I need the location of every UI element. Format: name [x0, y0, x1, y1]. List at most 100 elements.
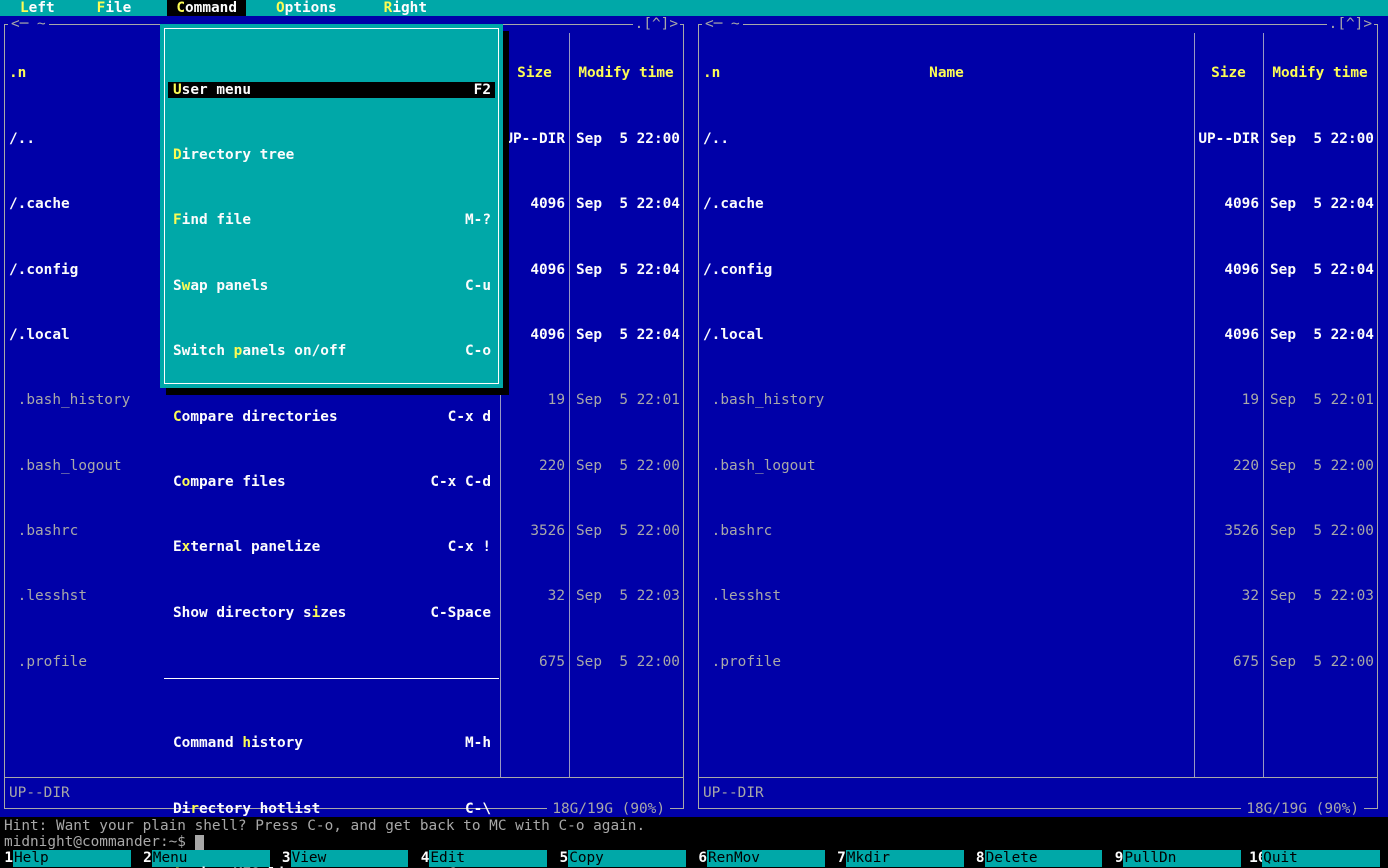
- column-header-mtime[interactable]: Modify time: [569, 65, 683, 81]
- file-row[interactable]: .bash_logout 220 Sep 5 22:00: [699, 458, 1377, 474]
- menu-item-shortcut: C-x !: [448, 539, 491, 555]
- menubar-item-hotkey: C: [176, 0, 185, 16]
- column-header-size[interactable]: Size: [1194, 65, 1263, 81]
- menu-item-shortcut: F2: [474, 82, 491, 98]
- menu-item[interactable]: User menu F2: [168, 82, 495, 98]
- file-type-mark: /: [9, 131, 18, 147]
- file-size: 19: [1194, 392, 1263, 408]
- menu-item[interactable]: Compare directories C-x d: [168, 409, 495, 425]
- menu-item[interactable]: Swap panels C-u: [168, 278, 495, 294]
- file-row[interactable]: /.config 4096 Sep 5 22:04: [699, 262, 1377, 278]
- file-size: 4096: [500, 196, 569, 212]
- column-header-name[interactable]: Name: [929, 65, 964, 81]
- function-key-button[interactable]: 7Mkdir: [833, 850, 972, 867]
- menu-item-hotkey: h: [242, 735, 251, 751]
- file-row[interactable]: /.. UP--DIR Sep 5 22:00: [699, 131, 1377, 147]
- menubar-item[interactable]: File: [88, 0, 141, 16]
- file-size: UP--DIR: [500, 131, 569, 147]
- menubar-item-hotkey: O: [276, 0, 285, 16]
- function-key-label: Delete: [985, 850, 1103, 867]
- file-name: .config: [18, 262, 79, 278]
- menubar-item[interactable]: Command: [167, 0, 246, 16]
- file-size: 3526: [1194, 523, 1263, 539]
- menu-item[interactable]: Directory tree: [168, 147, 495, 163]
- menu-item-label: External panelize: [173, 539, 320, 555]
- file-size: 32: [500, 588, 569, 604]
- file-type-mark: [9, 654, 18, 670]
- file-name: .lesshst: [18, 588, 87, 604]
- column-headers: .n Name Size Modify time: [699, 65, 1377, 81]
- disk-usage: 18G/19G (90%): [1241, 801, 1364, 817]
- column-header-size[interactable]: Size: [500, 65, 569, 81]
- panel-right: <─ ~ .[^]> .n Name Size Modify time /.. U…: [694, 16, 1388, 817]
- file-mtime: Sep 5 22:00: [1263, 131, 1377, 147]
- menu-item-label: User menu: [173, 82, 251, 98]
- file-name: .lesshst: [712, 588, 781, 604]
- menu-item-label: Command history: [173, 735, 303, 751]
- menu-item-hotkey: U: [173, 82, 182, 98]
- file-mtime: Sep 5 22:04: [1263, 262, 1377, 278]
- function-key-button[interactable]: 8Delete: [972, 850, 1111, 867]
- file-mtime: Sep 5 22:00: [569, 458, 683, 474]
- menu-item[interactable]: Show directory sizes C-Space: [168, 605, 495, 621]
- function-key-label: PullDn: [1123, 850, 1241, 867]
- sort-indicator[interactable]: .n: [703, 65, 720, 81]
- file-row[interactable]: /.cache 4096 Sep 5 22:04: [699, 196, 1377, 212]
- menubar-item-label: eft: [29, 0, 55, 16]
- file-row[interactable]: .bash_history 19 Sep 5 22:01: [699, 392, 1377, 408]
- menu-item[interactable]: Compare files C-x C-d: [168, 474, 495, 490]
- menu-item-hotkey: D: [173, 147, 182, 163]
- file-row[interactable]: /.local 4096 Sep 5 22:04: [699, 327, 1377, 343]
- file-size: 220: [500, 458, 569, 474]
- file-mtime: Sep 5 22:03: [1263, 588, 1377, 604]
- menu-item[interactable]: Find file M-?: [168, 212, 495, 228]
- file-name: .bash_history: [712, 392, 825, 408]
- menubar-item[interactable]: Options: [267, 0, 346, 16]
- file-size: 220: [1194, 458, 1263, 474]
- function-key-number: 10: [1249, 850, 1262, 867]
- file-row[interactable]: .lesshst 32 Sep 5 22:03: [699, 588, 1377, 604]
- function-key-label: Quit: [1262, 850, 1380, 867]
- file-size: 4096: [1194, 262, 1263, 278]
- menubar-item-label: ile: [105, 0, 131, 16]
- menu-item[interactable]: Switch panels on/off C-o: [168, 343, 495, 359]
- file-name: ..: [18, 131, 35, 147]
- menu-item-hotkey: i: [312, 605, 321, 621]
- function-key-button[interactable]: 10Quit: [1249, 850, 1388, 867]
- menu-item[interactable]: [168, 670, 495, 686]
- menubar-item-hotkey: L: [20, 0, 29, 16]
- function-key-button[interactable]: 1Help: [0, 850, 139, 867]
- function-key-button[interactable]: 6RenMov: [694, 850, 833, 867]
- menu-item[interactable]: Directory hotlist C-\: [168, 801, 495, 817]
- file-name: .local: [712, 327, 764, 343]
- panel-controls[interactable]: .[^]>: [633, 16, 680, 32]
- file-type-mark: [703, 588, 712, 604]
- menubar-item[interactable]: Right: [375, 0, 436, 16]
- file-row[interactable]: .bashrc 3526 Sep 5 22:00: [699, 523, 1377, 539]
- function-key-number: 5: [555, 850, 568, 867]
- dropdown-items: User menu F2 Directory tree Find file M-…: [168, 33, 495, 868]
- file-mtime: Sep 5 22:00: [1263, 654, 1377, 670]
- sort-indicator[interactable]: .n: [9, 65, 26, 81]
- menu-item[interactable]: External panelize C-x !: [168, 539, 495, 555]
- function-key-button[interactable]: 9PullDn: [1110, 850, 1249, 867]
- panel-controls[interactable]: .[^]>: [1327, 16, 1374, 32]
- file-mtime: Sep 5 22:01: [569, 392, 683, 408]
- panel-path[interactable]: <─ ~: [702, 16, 743, 32]
- file-size: 19: [500, 392, 569, 408]
- function-key-label: Copy: [568, 850, 686, 867]
- panel-path[interactable]: <─ ~: [8, 16, 49, 32]
- file-type-mark: /: [9, 262, 18, 278]
- column-header-mtime[interactable]: Modify time: [1263, 65, 1377, 81]
- function-key-label: Help: [13, 850, 131, 867]
- menu-item-shortcut: C-\: [465, 801, 491, 817]
- file-type-mark: /: [9, 196, 18, 212]
- function-key-number: 2: [139, 850, 152, 867]
- menubar-item[interactable]: Left: [11, 0, 64, 16]
- menu-item[interactable]: Command history M-h: [168, 735, 495, 751]
- function-key-button[interactable]: 5Copy: [555, 850, 694, 867]
- file-name: .bash_history: [18, 392, 131, 408]
- file-mtime: Sep 5 22:00: [1263, 523, 1377, 539]
- file-row[interactable]: .profile 675 Sep 5 22:00: [699, 654, 1377, 670]
- file-mtime: Sep 5 22:04: [569, 262, 683, 278]
